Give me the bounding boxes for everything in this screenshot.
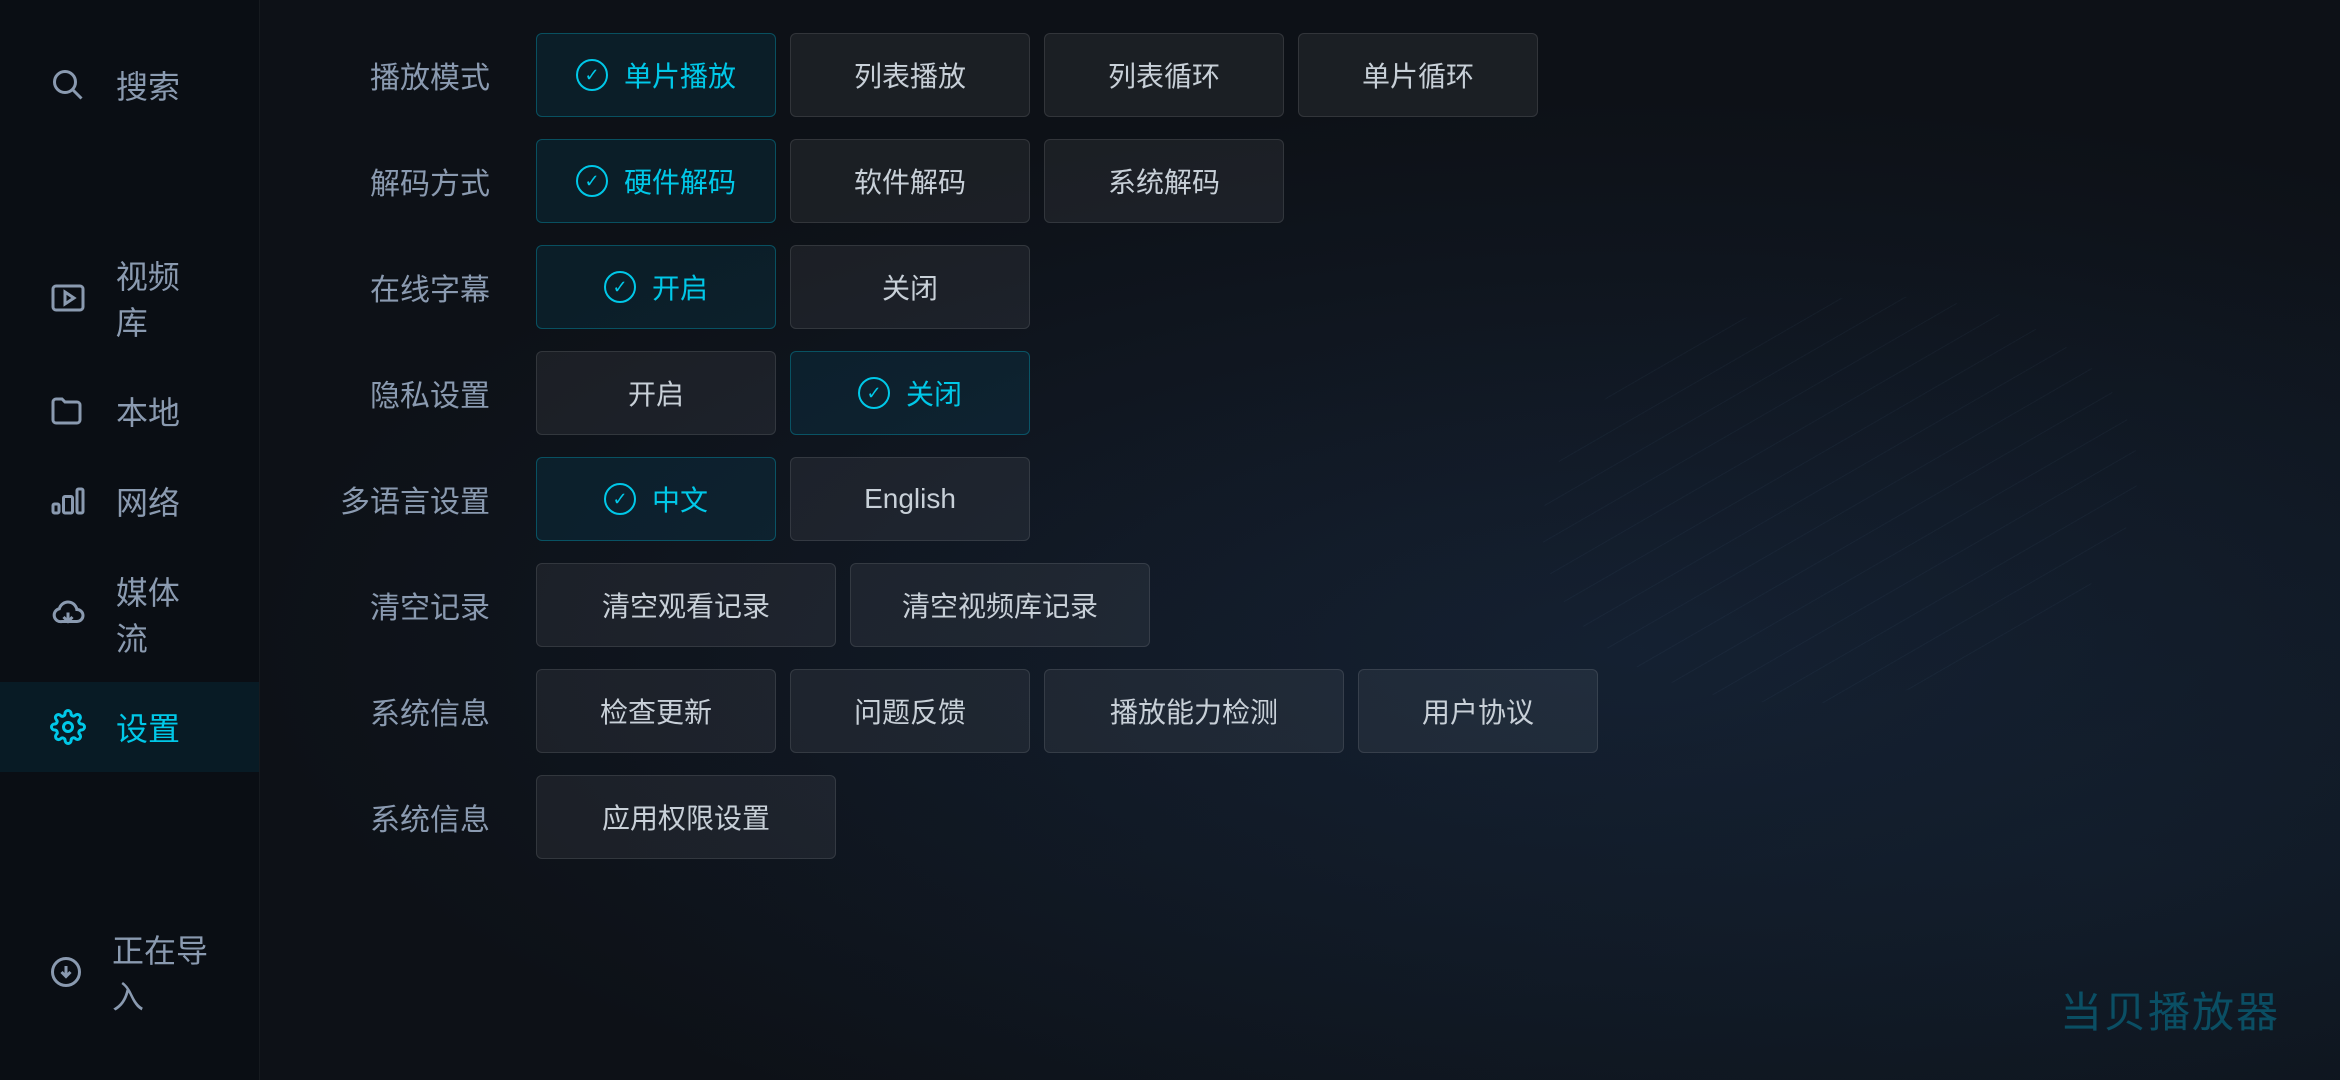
search-icon	[48, 65, 88, 105]
check-single-play	[576, 59, 608, 91]
row-online-subtitle: 在线字幕 开启 关闭	[320, 242, 2280, 332]
options-system-info-2: 应用权限设置	[536, 775, 2280, 859]
option-privacy-off[interactable]: 关闭	[790, 351, 1030, 435]
option-app-permissions[interactable]: 应用权限设置	[536, 775, 836, 859]
sidebar-item-media-stream[interactable]: 媒体流	[0, 546, 259, 682]
option-english[interactable]: English	[790, 457, 1030, 541]
label-single-play: 单片播放	[624, 55, 736, 95]
label-language: 多语言设置	[320, 477, 520, 521]
sidebar-item-video-library[interactable]: 视频库	[0, 230, 259, 366]
row-system-info-1: 系统信息 检查更新 问题反馈 播放能力检测 用户协议	[320, 666, 2280, 756]
row-privacy: 隐私设置 开启 关闭	[320, 348, 2280, 438]
option-feedback[interactable]: 问题反馈	[790, 669, 1030, 753]
label-play-detect: 播放能力检测	[1110, 691, 1278, 731]
options-play-mode: 单片播放 列表播放 列表循环 单片循环	[536, 33, 2280, 117]
option-system-decode[interactable]: 系统解码	[1044, 139, 1284, 223]
label-online-subtitle: 在线字幕	[320, 265, 520, 309]
option-subtitle-off[interactable]: 关闭	[790, 245, 1030, 329]
option-play-detect[interactable]: 播放能力检测	[1044, 669, 1344, 753]
options-online-subtitle: 开启 关闭	[536, 245, 2280, 329]
check-chinese	[604, 483, 636, 515]
option-clear-watch[interactable]: 清空观看记录	[536, 563, 836, 647]
option-subtitle-on[interactable]: 开启	[536, 245, 776, 329]
options-privacy: 开启 关闭	[536, 351, 2280, 435]
sidebar-label-local: 本地	[116, 388, 180, 434]
option-list-loop[interactable]: 列表循环	[1044, 33, 1284, 117]
label-list-play: 列表播放	[854, 55, 966, 95]
label-system-info-1: 系统信息	[320, 689, 520, 733]
options-decode-mode: 硬件解码 软件解码 系统解码	[536, 139, 2280, 223]
option-check-update[interactable]: 检查更新	[536, 669, 776, 753]
row-system-info-2: 系统信息 应用权限设置	[320, 772, 2280, 862]
label-software-decode: 软件解码	[854, 161, 966, 201]
label-privacy: 隐私设置	[320, 371, 520, 415]
cloud-icon	[48, 594, 88, 634]
settings-icon	[48, 707, 88, 747]
video-library-icon	[48, 278, 88, 318]
label-list-loop: 列表循环	[1108, 55, 1220, 95]
options-clear-records: 清空观看记录 清空视频库记录	[536, 563, 2280, 647]
option-user-agreement[interactable]: 用户协议	[1358, 669, 1598, 753]
option-chinese[interactable]: 中文	[536, 457, 776, 541]
label-single-loop: 单片循环	[1362, 55, 1474, 95]
label-user-agreement: 用户协议	[1422, 691, 1534, 731]
sidebar-label-media-stream: 媒体流	[116, 568, 211, 660]
download-icon	[48, 952, 84, 992]
row-decode-mode: 解码方式 硬件解码 软件解码 系统解码	[320, 136, 2280, 226]
label-subtitle-on: 开启	[652, 267, 708, 307]
sidebar-item-local[interactable]: 本地	[0, 366, 259, 456]
sidebar-label-settings: 设置	[116, 704, 180, 750]
option-clear-library[interactable]: 清空视频库记录	[850, 563, 1150, 647]
label-feedback: 问题反馈	[854, 691, 966, 731]
label-clear-library: 清空视频库记录	[902, 585, 1098, 625]
option-list-play[interactable]: 列表播放	[790, 33, 1030, 117]
option-privacy-on[interactable]: 开启	[536, 351, 776, 435]
row-play-mode: 播放模式 单片播放 列表播放 列表循环 单片循环	[320, 30, 2280, 120]
label-privacy-on: 开启	[628, 373, 684, 413]
sidebar-label-video-library: 视频库	[116, 252, 211, 344]
check-subtitle-on	[604, 271, 636, 303]
settings-panel: 播放模式 单片播放 列表播放 列表循环 单片循环 解码方式	[260, 0, 2340, 1080]
label-clear-watch: 清空观看记录	[602, 585, 770, 625]
check-hardware-decode	[576, 165, 608, 197]
label-check-update: 检查更新	[600, 691, 712, 731]
option-single-play[interactable]: 单片播放	[536, 33, 776, 117]
option-single-loop[interactable]: 单片循环	[1298, 33, 1538, 117]
options-language: 中文 English	[536, 457, 2280, 541]
label-clear-records: 清空记录	[320, 583, 520, 627]
sidebar-label-network: 网络	[116, 478, 180, 524]
folder-icon	[48, 391, 88, 431]
network-icon	[48, 481, 88, 521]
label-english: English	[864, 483, 956, 515]
sidebar-item-settings[interactable]: 设置	[0, 682, 259, 772]
label-hardware-decode: 硬件解码	[624, 161, 736, 201]
row-clear-records: 清空记录 清空观看记录 清空视频库记录	[320, 560, 2280, 650]
label-system-info-2: 系统信息	[320, 795, 520, 839]
label-play-mode: 播放模式	[320, 53, 520, 97]
options-system-info-1: 检查更新 问题反馈 播放能力检测 用户协议	[536, 669, 2280, 753]
label-subtitle-off: 关闭	[882, 267, 938, 307]
check-privacy-off	[858, 377, 890, 409]
sidebar-label-search: 搜索	[116, 62, 180, 108]
label-chinese: 中文	[652, 479, 708, 519]
row-language: 多语言设置 中文 English	[320, 454, 2280, 544]
sidebar-item-network[interactable]: 网络	[0, 456, 259, 546]
option-software-decode[interactable]: 软件解码	[790, 139, 1030, 223]
sidebar: 搜索 视频库 本地 网络 媒	[0, 0, 260, 1080]
sidebar-item-search[interactable]: 搜索	[0, 40, 259, 130]
option-hardware-decode[interactable]: 硬件解码	[536, 139, 776, 223]
label-system-decode: 系统解码	[1108, 161, 1220, 201]
label-app-permissions: 应用权限设置	[602, 797, 770, 837]
sidebar-label-importing: 正在导入	[112, 926, 211, 1018]
label-decode-mode: 解码方式	[320, 159, 520, 203]
sidebar-item-importing[interactable]: 正在导入	[0, 904, 259, 1040]
label-privacy-off: 关闭	[906, 373, 962, 413]
app-layout: 搜索 视频库 本地 网络 媒	[0, 0, 2340, 1080]
